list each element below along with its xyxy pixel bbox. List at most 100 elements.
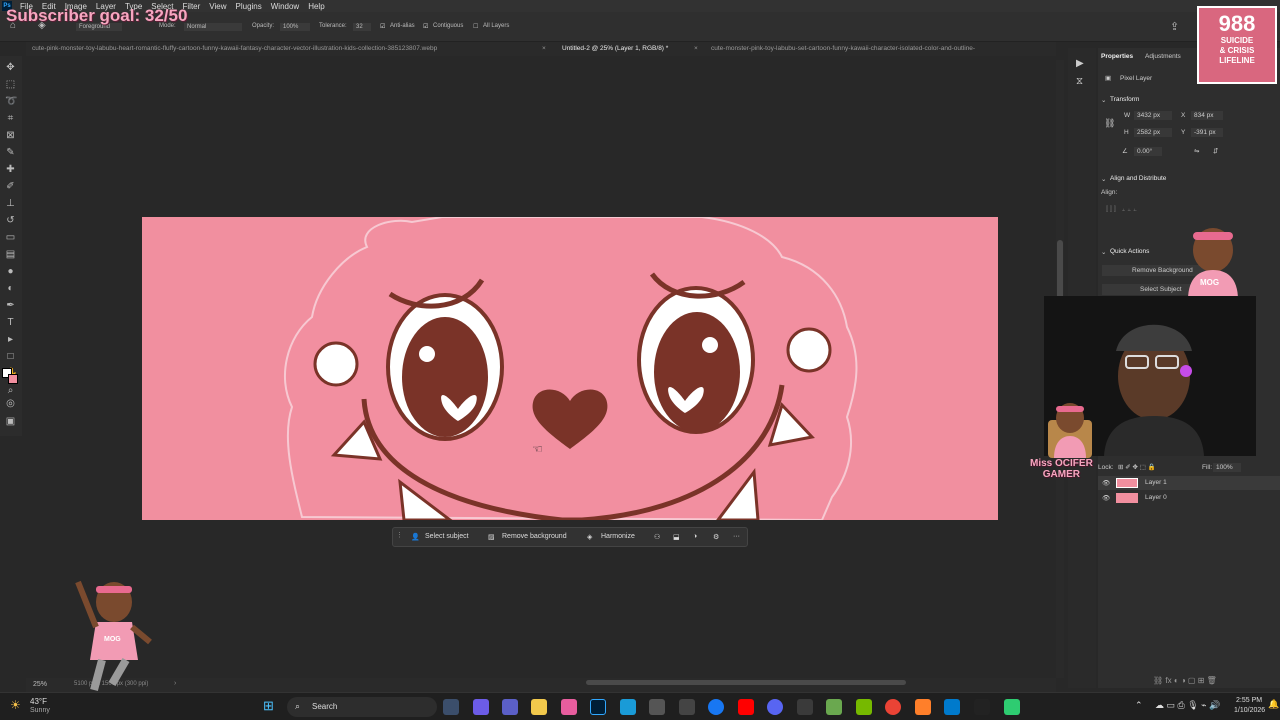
horizontal-scrollbar[interactable] [166,678,1046,688]
visibility-eye-icon[interactable]: 👁 [1102,479,1110,487]
contiguous-checkbox[interactable]: ☑ [423,23,428,30]
tab-labubu-heart[interactable]: cute-pink-monster-toy-labubu-heart-roman… [32,45,437,52]
angle-input[interactable]: 0.00° [1134,147,1162,156]
tab-properties[interactable]: Properties [1101,53,1133,60]
tab-untitled-2[interactable]: Untitled-2 @ 25% (Layer 1, RGB/8) * [562,45,668,52]
move-tool-icon[interactable]: ✥ [5,62,16,73]
generative-fill-icon[interactable]: ⚇ [654,533,660,541]
link-icon[interactable]: ⛓ [1104,118,1115,129]
crop-tool-icon[interactable]: ⌗ [5,113,16,124]
app-icon[interactable] [974,699,990,715]
marquee-tool-icon[interactable]: ⬚ [5,79,16,90]
share-icon[interactable]: ⇪ [1170,20,1179,33]
app-icon[interactable] [797,699,813,715]
menu-help[interactable]: Help [308,2,324,11]
tab-adjustments[interactable]: Adjustments [1145,53,1181,60]
tray-icons[interactable]: ☁ ▭ ⎙ 🎙 ⌁ 🔊 [1155,700,1220,711]
frame-tool-icon[interactable]: ⊠ [5,130,16,141]
youtube-icon[interactable] [738,699,754,715]
x-input[interactable]: 834 px [1191,111,1223,120]
y-input[interactable]: -391 px [1191,128,1223,137]
antialias-checkbox[interactable]: ☑ [380,23,385,30]
opacity-input[interactable]: 100% [280,23,310,31]
eyedropper-tool-icon[interactable]: ✎ [5,147,16,158]
select-subject-button[interactable]: Select subject [425,533,469,540]
clock-date[interactable]: 1/10/2026 [1234,707,1265,714]
clock-time[interactable]: 2:55 PM [1236,697,1262,704]
flip-horizontal-icon[interactable]: ⇋ [1194,147,1199,155]
horizontal-scroll-thumb[interactable] [586,680,906,685]
chevron-down-icon[interactable]: ⌄ [1101,96,1106,104]
rectangle-tool-icon[interactable]: □ [5,351,16,362]
lock-icons[interactable]: ⊞ ✐ ✥ ⬚ 🔒 [1118,463,1156,471]
weather-temp[interactable]: 43°F [30,697,47,706]
transform-icon[interactable]: ⬓ [673,533,680,541]
path-select-icon[interactable]: ▸ [5,334,16,345]
search-box[interactable]: ⌕ Search [287,697,437,717]
discord-icon[interactable] [767,699,783,715]
app-icon[interactable] [1004,699,1020,715]
fill-input[interactable]: 100% [1213,463,1241,472]
tab-close-icon[interactable]: × [694,45,698,52]
notification-bell-icon[interactable]: 🔔 [1268,699,1279,710]
layer-style-icon[interactable]: ⚙ [713,533,719,541]
play-icon[interactable]: ▶ [1076,58,1084,69]
document-canvas[interactable]: ☜ [142,217,998,520]
lasso-tool-icon[interactable]: ➰ [5,96,17,107]
all-layers-checkbox[interactable]: ☐ [473,23,478,30]
zoom-tool-icon[interactable]: ⌕ [5,385,16,396]
layer-row-layer-1[interactable]: 👁 Layer 1 [1098,476,1280,490]
layer-row-layer-0[interactable]: 👁 Layer 0 [1098,491,1280,505]
nvidia-icon[interactable] [856,699,872,715]
file-explorer-icon[interactable] [531,699,547,715]
quick-mask-icon[interactable]: ◎ [5,398,16,409]
tray-chevron-icon[interactable]: ⌃ [1135,700,1143,711]
app-icon[interactable] [679,699,695,715]
pen-tool-icon[interactable]: ✒ [5,300,16,311]
menu-window[interactable]: Window [271,2,299,11]
blur-tool-icon[interactable]: ● [5,266,16,277]
app-icon[interactable] [649,699,665,715]
stamp-tool-icon[interactable]: ⊥ [5,198,16,209]
type-tool-icon[interactable]: T [5,317,16,328]
brush-tool-icon[interactable]: ✐ [5,181,16,192]
background-color-swatch[interactable] [8,374,18,384]
flip-vertical-icon[interactable]: ⇵ [1213,147,1218,155]
chrome-icon[interactable] [885,699,901,715]
dodge-tool-icon[interactable]: ◐ [5,283,16,294]
more-options-button[interactable]: ··· [733,533,740,540]
healing-tool-icon[interactable]: ✚ [5,164,16,175]
task-view-icon[interactable] [443,699,459,715]
layer-name[interactable]: Layer 0 [1145,494,1167,501]
store-icon[interactable] [561,699,577,715]
tolerance-input[interactable]: 32 [353,23,371,31]
tab-close-icon[interactable]: × [542,45,546,52]
history-icon[interactable]: ⧖ [1076,76,1083,87]
photoshop-taskbar-icon[interactable] [590,699,606,715]
chevron-down-icon[interactable]: ⌄ [1101,175,1106,183]
facebook-icon[interactable] [708,699,724,715]
history-brush-icon[interactable]: ↺ [5,215,16,226]
menu-plugins[interactable]: Plugins [236,2,262,11]
edge-icon[interactable] [620,699,636,715]
tab-labubu-set[interactable]: cute-monster-pink-toy-labubu-set-cartoon… [711,45,975,52]
align-buttons-icon[interactable]: ⫿ ⫿ ⫿ ⫠ ⫠ ⫠ [1106,206,1137,214]
layer-name[interactable]: Layer 1 [1145,479,1167,486]
zoom-level[interactable]: 25% [33,681,47,688]
remove-background-button[interactable]: Remove background [502,533,567,540]
adjust-icon[interactable]: ◑ [693,533,697,540]
eraser-tool-icon[interactable]: ▭ [5,232,16,243]
app-icon[interactable] [915,699,931,715]
visibility-eye-icon[interactable]: 👁 [1102,494,1110,502]
copilot-icon[interactable] [473,699,489,715]
vscode-icon[interactable] [944,699,960,715]
mode-select[interactable]: Normal [184,23,242,31]
height-input[interactable]: 2582 px [1134,128,1172,137]
screen-mode-icon[interactable]: ▣ [5,416,16,427]
gradient-tool-icon[interactable]: ▤ [5,249,16,260]
width-input[interactable]: 3432 px [1134,111,1172,120]
windows-start-icon[interactable]: ⊞ [263,698,274,714]
minecraft-icon[interactable] [826,699,842,715]
chevron-down-icon[interactable]: ⌄ [1101,248,1106,256]
layer-actions-icons[interactable]: ⛓ fx ◐ ◑ ▢ ⊞ 🗑 [1153,676,1217,685]
